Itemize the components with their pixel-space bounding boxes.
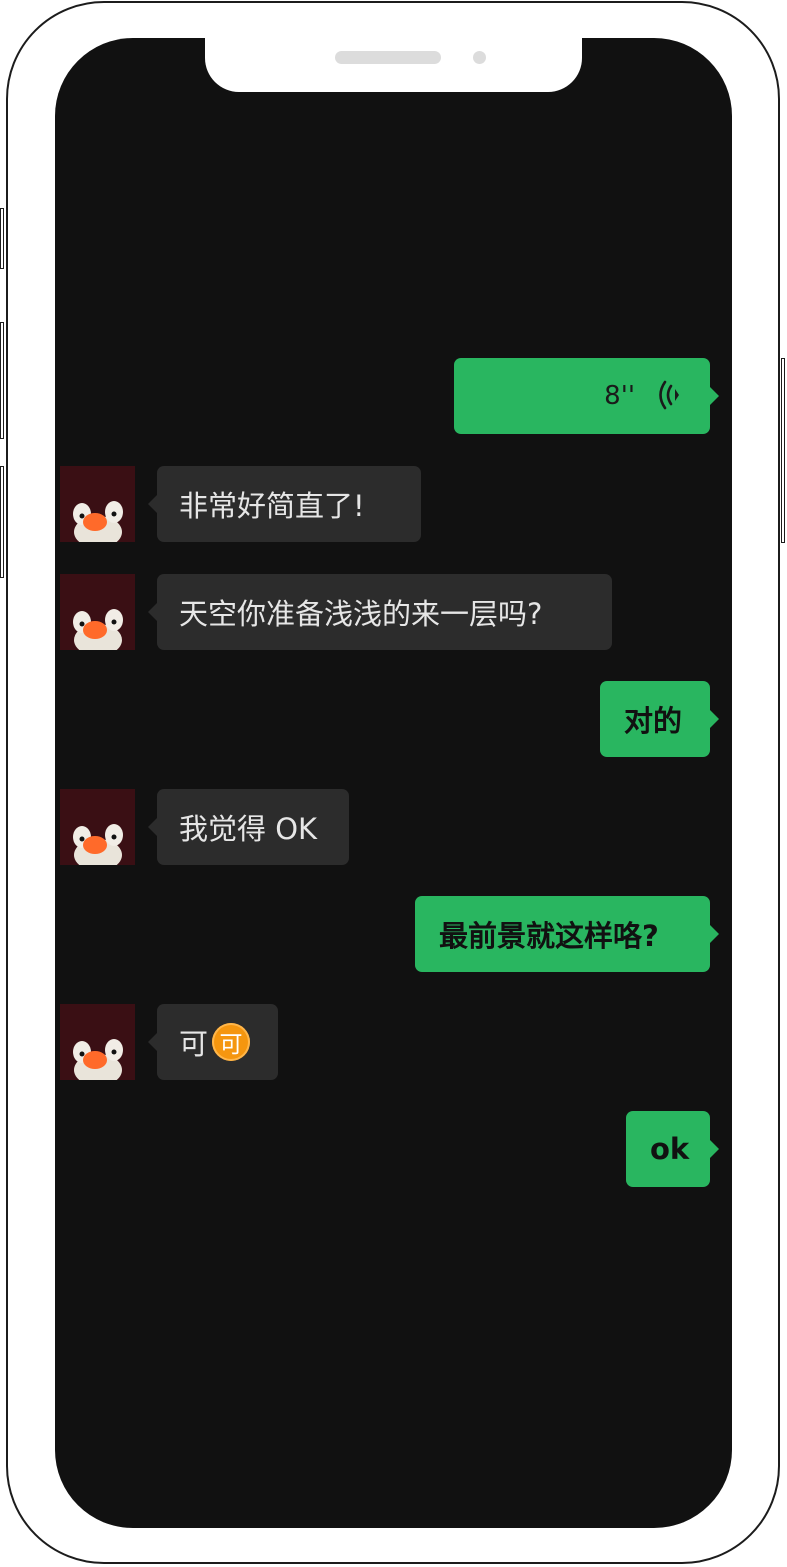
- outgoing-message-bubble[interactable]: 对的: [600, 681, 719, 757]
- voice-wave-icon: [658, 379, 682, 418]
- contact-avatar[interactable]: [60, 789, 135, 865]
- volume-up-button: [0, 322, 4, 439]
- contact-avatar[interactable]: [60, 574, 135, 650]
- front-camera: [473, 51, 486, 64]
- incoming-message-bubble[interactable]: 非常好简直了!: [148, 466, 421, 542]
- chat-screen: [55, 38, 732, 1528]
- volume-down-button: [0, 466, 4, 578]
- message-text: 最前景就这样咯?: [439, 919, 659, 953]
- contact-avatar[interactable]: [60, 1004, 135, 1080]
- outgoing-message-bubble[interactable]: ok: [626, 1111, 719, 1187]
- outgoing-message-bubble[interactable]: 最前景就这样咯?: [415, 896, 719, 972]
- message-text: 对的: [624, 704, 683, 738]
- power-button: [781, 358, 785, 543]
- speaker-grille: [335, 51, 441, 64]
- message-text: 可: [179, 1027, 209, 1061]
- incoming-message-bubble[interactable]: 天空你准备浅浅的来一层吗?: [148, 574, 612, 650]
- ke-emoji-icon: 可: [212, 1023, 251, 1061]
- silent-switch: [0, 208, 4, 269]
- voice-duration: 8'': [604, 381, 635, 411]
- notch: [205, 38, 582, 92]
- contact-avatar[interactable]: [60, 466, 135, 542]
- message-text: 我觉得 OK: [179, 812, 318, 846]
- incoming-message-bubble[interactable]: 我觉得 OK: [148, 789, 349, 865]
- voice-message-bubble[interactable]: 8'': [454, 358, 719, 434]
- message-text: 天空你准备浅浅的来一层吗?: [179, 597, 543, 631]
- incoming-message-bubble[interactable]: 可 可: [148, 1004, 278, 1080]
- message-text: 非常好简直了!: [179, 489, 365, 523]
- message-text: ok: [650, 1132, 690, 1166]
